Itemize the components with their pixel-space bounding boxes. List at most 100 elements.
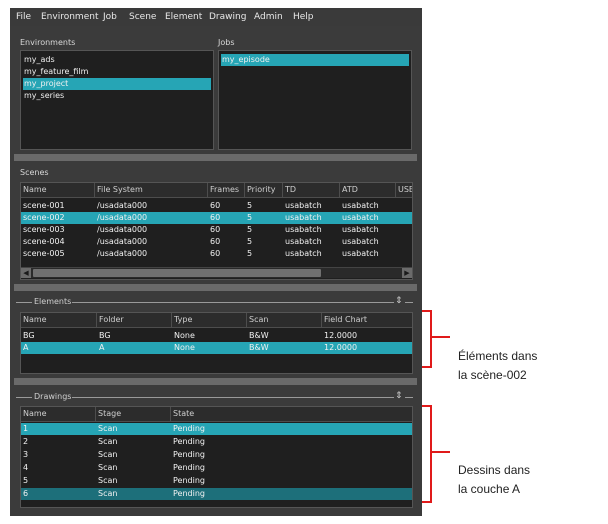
scroll-left-icon[interactable]: ◀ [21,268,31,278]
cell-atd: usabatch [342,225,379,234]
environment-item[interactable]: my_ads [23,54,211,66]
menu-help[interactable]: Help [293,12,314,22]
elements-group-title: Elements [34,297,72,306]
menu-environment[interactable]: Environment [41,12,98,22]
column-header-folder[interactable]: Folder [97,313,172,327]
cell-td: usabatch [285,237,322,246]
cell-stage: Scan [98,476,118,485]
group-frame-line [16,302,32,303]
table-row[interactable]: 4 Scan Pending [21,462,412,474]
horizontal-scrollbar[interactable]: ◀ ▶ [21,267,412,278]
cell-frames: 60 [210,249,221,258]
cell-priority: 5 [247,237,253,246]
scenes-label: Scenes [20,168,49,177]
cell-atd: usabatch [342,237,379,246]
cell-priority: 5 [247,249,253,258]
cell-stage: Scan [98,437,118,446]
expand-collapse-icon[interactable]: ⇕ [395,391,403,401]
column-header-name[interactable]: Name [21,407,96,421]
table-row[interactable]: 3 Scan Pending [21,449,412,461]
elements-annotation-line2: la scène-002 [458,368,527,382]
environment-item[interactable]: my_series [23,90,211,102]
job-item-selected[interactable]: my_episode [221,54,409,66]
group-frame-line [72,397,394,398]
drawings-table: Name Stage State 1 Scan Pending 2 Scan P… [20,406,413,508]
elements-table: Name Folder Type Scan Field Chart BG BG … [20,312,413,374]
drawings-table-header: Name Stage State [21,407,412,422]
table-row-selected[interactable]: scene-002 /usadata000 60 5 usabatch usab… [21,212,412,224]
environments-label: Environments [20,38,76,47]
cell-td: usabatch [285,201,322,210]
cell-file-system: /usadata000 [97,249,148,258]
column-header-user[interactable]: USE [396,183,412,197]
menu-file[interactable]: File [16,12,31,22]
column-header-atd[interactable]: ATD [340,183,396,197]
scenes-table-header: Name File System Frames Priority TD ATD … [21,183,412,198]
cell-stage: Scan [98,463,118,472]
table-row[interactable]: scene-003 /usadata000 60 5 usabatch usab… [21,224,412,236]
environments-list[interactable]: my_ads my_feature_film my_project my_ser… [20,50,214,150]
menu-drawing[interactable]: Drawing [209,12,246,22]
table-row-highlighted[interactable]: 6 Scan Pending [21,488,412,500]
drawings-annotation: Dessins dans la couche A [458,461,530,499]
cell-name: BG [23,331,35,340]
menu-scene[interactable]: Scene [129,12,156,22]
column-header-priority[interactable]: Priority [245,183,283,197]
column-header-scan[interactable]: Scan [247,313,322,327]
table-row[interactable]: scene-001 /usadata000 60 5 usabatch usab… [21,200,412,212]
splitter-bar[interactable] [14,284,417,291]
cell-frames: 60 [210,225,221,234]
drawings-bracket-pointer [432,451,450,453]
cell-name: 2 [23,437,29,446]
cell-scan: B&W [249,331,269,340]
cell-file-system: /usadata000 [97,201,148,210]
table-row-selected[interactable]: A A None B&W 12.0000 [21,342,412,354]
column-header-stage[interactable]: Stage [96,407,171,421]
cell-state: Pending [173,463,205,472]
cell-td: usabatch [285,249,322,258]
cell-priority: 5 [247,213,253,222]
column-header-state[interactable]: State [171,407,412,421]
cell-file-system: /usadata000 [97,225,148,234]
scenes-table: Name File System Frames Priority TD ATD … [20,182,413,280]
cell-name: A [23,343,29,352]
cell-priority: 5 [247,225,253,234]
column-header-td[interactable]: TD [283,183,340,197]
expand-collapse-icon[interactable]: ⇕ [395,296,403,306]
cell-state: Pending [173,450,205,459]
table-row[interactable]: scene-005 /usadata000 60 5 usabatch usab… [21,248,412,260]
elements-bracket-pointer [432,336,450,338]
table-row-selected[interactable]: 1 Scan Pending [21,423,412,435]
column-header-field-chart[interactable]: Field Chart [322,313,412,327]
table-row[interactable]: 2 Scan Pending [21,436,412,448]
column-header-type[interactable]: Type [172,313,247,327]
splitter-bar[interactable] [14,378,417,385]
column-header-name[interactable]: Name [21,183,95,197]
cell-name: 5 [23,476,29,485]
scroll-right-icon[interactable]: ▶ [402,268,412,278]
splitter-bar[interactable] [14,154,417,161]
table-row[interactable]: scene-004 /usadata000 60 5 usabatch usab… [21,236,412,248]
environment-item[interactable]: my_feature_film [23,66,211,78]
cell-name: scene-005 [23,249,65,258]
table-row[interactable]: 5 Scan Pending [21,475,412,487]
cell-state: Pending [173,476,205,485]
cell-scan: B&W [249,343,269,352]
jobs-list[interactable]: my_episode [218,50,412,150]
scrollbar-thumb[interactable] [33,269,321,277]
cell-type: None [174,331,195,340]
cell-name: scene-004 [23,237,65,246]
cell-file-system: /usadata000 [97,213,148,222]
cell-name: 1 [23,424,29,433]
cell-state: Pending [173,437,205,446]
menu-admin[interactable]: Admin [254,12,283,22]
table-row[interactable]: BG BG None B&W 12.0000 [21,330,412,342]
cell-state: Pending [173,424,205,433]
column-header-name[interactable]: Name [21,313,97,327]
column-header-frames[interactable]: Frames [208,183,245,197]
environment-item-selected[interactable]: my_project [23,78,211,90]
menu-job[interactable]: Job [103,12,117,22]
column-header-file-system[interactable]: File System [95,183,208,197]
menu-element[interactable]: Element [165,12,202,22]
drawings-highlight-bracket [422,405,432,503]
